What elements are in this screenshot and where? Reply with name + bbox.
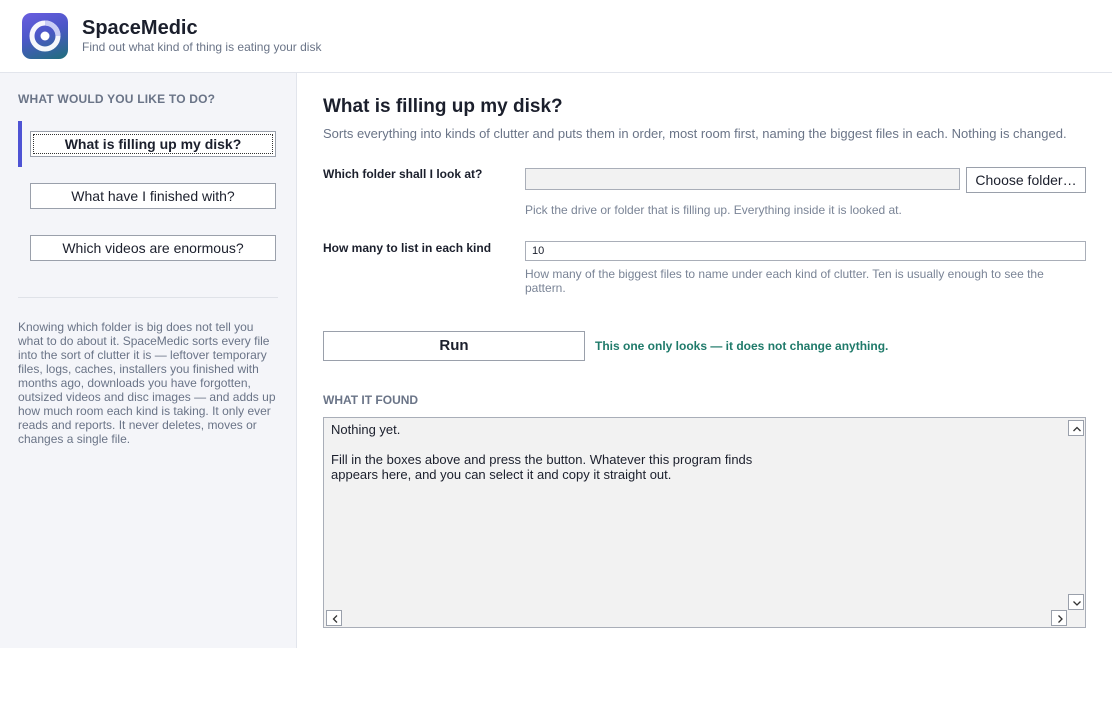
results-heading: WHAT IT FOUND (323, 393, 419, 407)
results-text[interactable]: Nothing yet. Fill in the boxes above and… (331, 422, 752, 482)
folder-label: Which folder shall I look at? (323, 167, 483, 181)
count-field[interactable] (525, 241, 1086, 261)
sidebar-item-enormous-videos[interactable]: Which videos are enormous? (30, 235, 276, 261)
chevron-up-icon (1073, 426, 1081, 432)
sidebar-divider (18, 297, 278, 298)
run-button[interactable]: Run (323, 331, 585, 361)
sidebar-description: Knowing which folder is big does not tel… (18, 320, 276, 446)
app-logo-icon (22, 13, 68, 59)
sidebar: WHAT WOULD YOU LIKE TO DO? What is filli… (0, 73, 297, 648)
scroll-left-button[interactable] (326, 610, 342, 626)
sidebar-heading: WHAT WOULD YOU LIKE TO DO? (18, 92, 216, 106)
scroll-right-button[interactable] (1051, 610, 1067, 626)
folder-help-text: Pick the drive or folder that is filling… (525, 203, 902, 217)
choose-folder-button[interactable]: Choose folder… (966, 167, 1086, 193)
chevron-left-icon (332, 615, 338, 623)
folder-path-field[interactable] (525, 168, 960, 190)
app-subtitle: Find out what kind of thing is eating yo… (82, 40, 322, 54)
page-title: What is filling up my disk? (323, 96, 563, 117)
chevron-down-icon (1073, 601, 1081, 606)
app-header: SpaceMedic Find out what kind of thing i… (0, 0, 1112, 73)
app-title: SpaceMedic (82, 17, 198, 39)
sidebar-item-filling-disk[interactable]: What is filling up my disk? (30, 131, 276, 157)
scroll-up-button[interactable] (1068, 420, 1084, 436)
chevron-right-icon (1058, 615, 1063, 623)
page-description: Sorts everything into kinds of clutter a… (323, 126, 1067, 141)
active-item-indicator (18, 121, 22, 167)
count-help-text: How many of the biggest files to name un… (525, 267, 1044, 295)
sidebar-item-finished-with[interactable]: What have I finished with? (30, 183, 276, 209)
run-note: This one only looks — it does not change… (595, 339, 889, 353)
results-output-area[interactable]: Nothing yet. Fill in the boxes above and… (323, 417, 1086, 628)
count-label: How many to list in each kind (323, 241, 492, 255)
scroll-down-button[interactable] (1068, 594, 1084, 610)
